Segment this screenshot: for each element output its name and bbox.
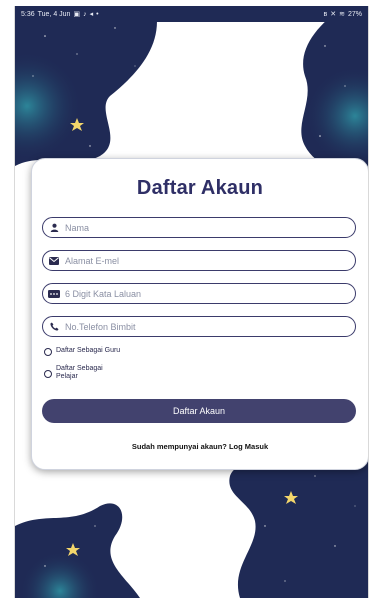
page-title: Daftar Akaun <box>136 177 264 199</box>
device-screen: 5:36 Tue, 4 Jun ▣ ♪ ◂ • ʙ ✕ ≋ 27% Daftar… <box>14 6 369 598</box>
email-input[interactable] <box>65 255 335 266</box>
status-right: ʙ ✕ ≋ 27% <box>324 11 362 18</box>
radio-student[interactable]: Daftar Sebagai Pelajar <box>44 365 103 381</box>
bluetooth-icon: ʙ <box>323 10 328 18</box>
login-link[interactable]: Sudah mempunyai akaun? Log Masuk <box>32 442 368 451</box>
radio-student-label-line2: Pelajar <box>56 373 78 380</box>
name-input[interactable] <box>65 222 335 233</box>
email-field[interactable] <box>42 250 356 271</box>
signal-icon: ≋ <box>339 10 345 18</box>
name-field[interactable] <box>42 217 356 238</box>
password-icon <box>43 284 65 303</box>
gallery-icon: ▣ <box>73 10 81 18</box>
mute-icon: ✕ <box>330 10 337 18</box>
radio-teacher-label: Daftar Sebagai Guru <box>56 347 121 354</box>
password-field[interactable] <box>42 283 356 304</box>
person-icon <box>43 218 65 237</box>
status-time: 5:36 <box>21 10 35 18</box>
register-card: Daftar Akaun Daft <box>31 158 368 470</box>
status-left: 5:36 Tue, 4 Jun ▣ ♪ ◂ • <box>21 11 99 18</box>
register-button[interactable]: Daftar Akaun <box>42 399 356 423</box>
dot-icon: • <box>96 10 99 18</box>
radio-circle[interactable] <box>44 348 52 356</box>
radio-student-label-line1: Daftar Sebagai <box>56 365 103 372</box>
password-input[interactable] <box>65 288 335 299</box>
radio-teacher[interactable]: Daftar Sebagai Guru <box>44 347 120 356</box>
status-date: Tue, 4 Jun <box>37 10 71 18</box>
phone-input[interactable] <box>65 321 335 332</box>
mail-icon <box>43 251 65 270</box>
phone-icon <box>43 317 65 336</box>
radio-student-label: Daftar Sebagai Pelajar <box>56 365 103 381</box>
status-bar: 5:36 Tue, 4 Jun ▣ ♪ ◂ • ʙ ✕ ≋ 27% <box>15 6 368 22</box>
phone-field[interactable] <box>42 316 356 337</box>
battery-level: 27% <box>347 10 362 18</box>
tiktok-icon: ♪ <box>83 10 87 18</box>
radio-circle[interactable] <box>44 370 52 378</box>
send-icon: ◂ <box>89 10 94 18</box>
